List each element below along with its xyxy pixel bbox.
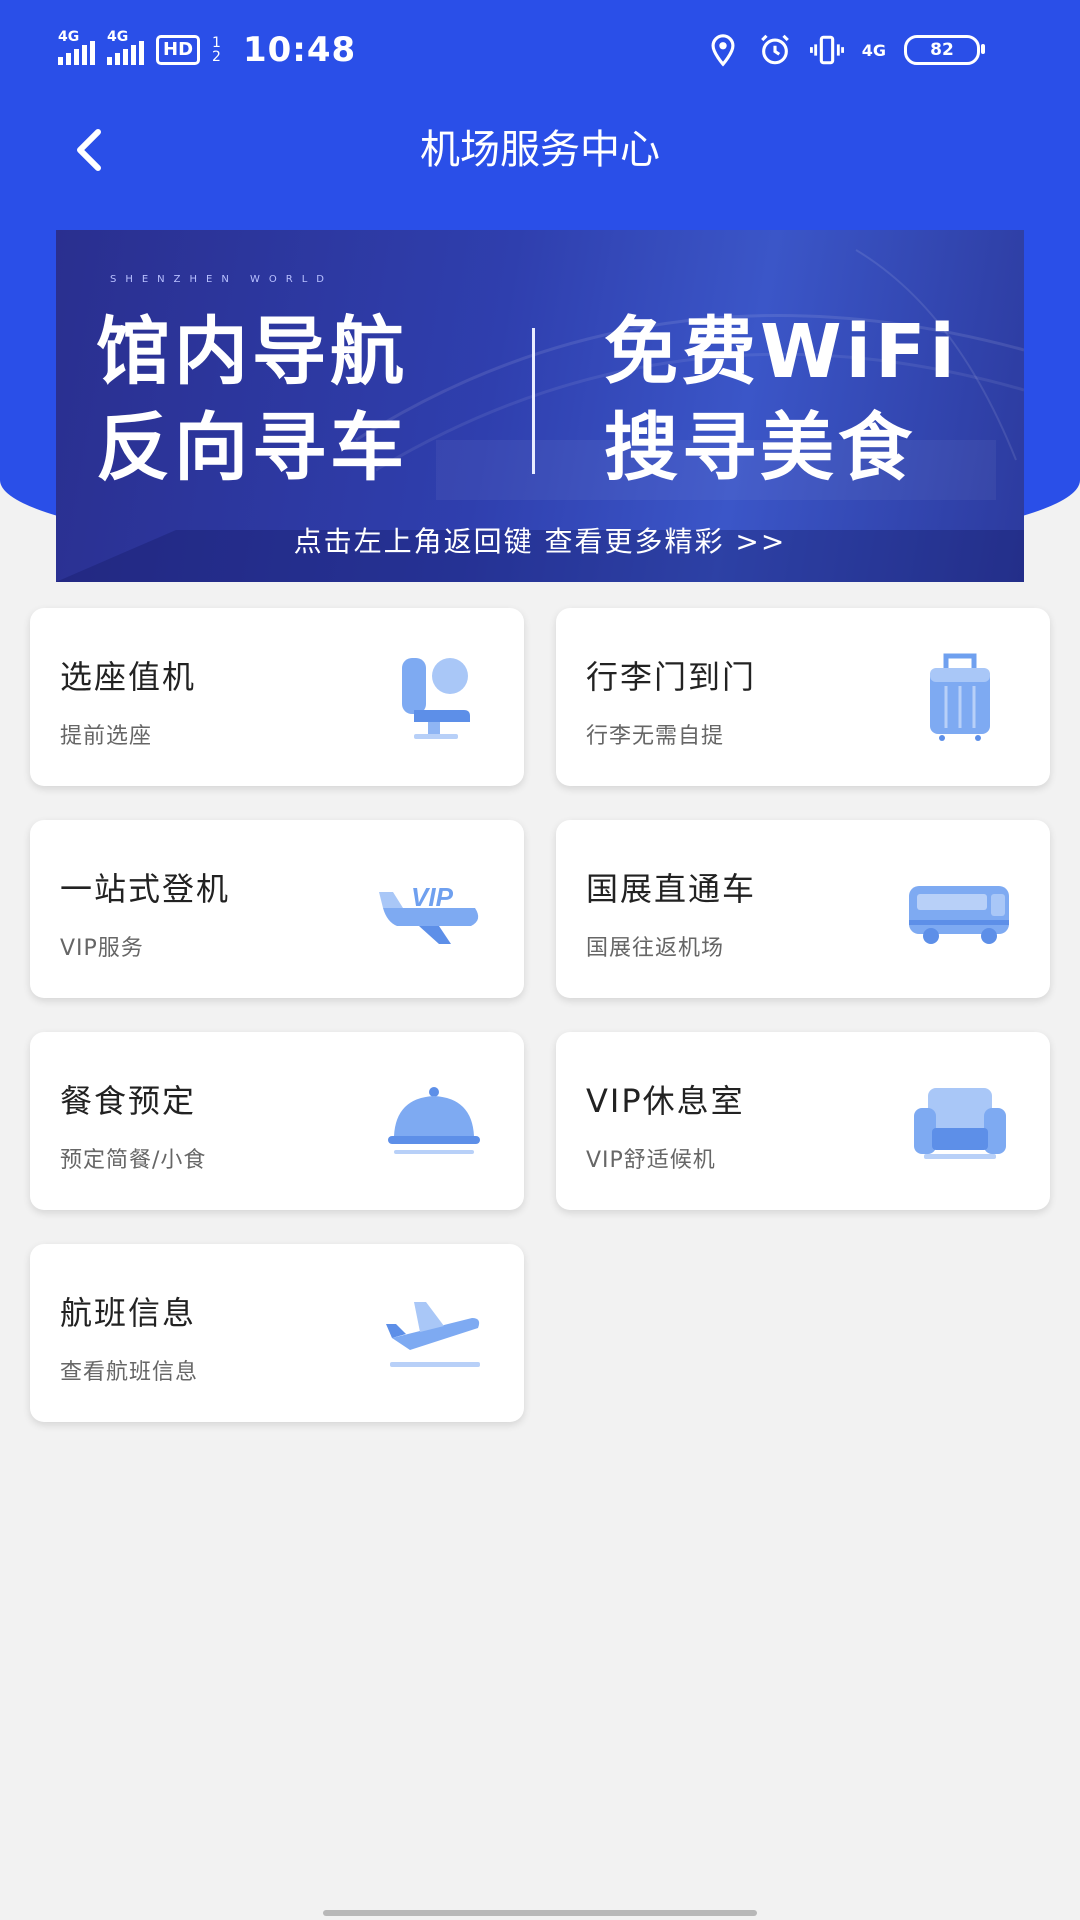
hd-fraction-bottom: 2 bbox=[212, 49, 221, 65]
card-subtitle: VIP舒适候机 bbox=[586, 1148, 716, 1173]
sofa-icon bbox=[914, 1088, 1006, 1159]
banner-left-line2: 反向寻车 bbox=[96, 405, 408, 491]
card-subtitle: 查看航班信息 bbox=[60, 1360, 199, 1385]
banner-tag: SHENZHEN WORLD bbox=[110, 274, 333, 285]
status-bar: 4G 4G HD 1 2 10:48 4G 82 bbox=[0, 0, 1080, 100]
service-card-flight-info[interactable]: 航班信息 查看航班信息 bbox=[30, 1244, 524, 1422]
service-card-luggage[interactable]: 行李门到门 行李无需自提 bbox=[556, 608, 1050, 786]
location-icon bbox=[711, 34, 735, 67]
luggage-icon bbox=[930, 653, 990, 741]
card-title: 一站式登机 bbox=[60, 870, 231, 908]
service-card-shuttle-bus[interactable]: 国展直通车 国展往返机场 bbox=[556, 820, 1050, 998]
banner-right-line2: 搜寻美食 bbox=[604, 405, 916, 491]
card-subtitle: 预定简餐/小食 bbox=[60, 1148, 207, 1173]
network-type: 4G bbox=[861, 40, 886, 60]
card-subtitle: 国展往返机场 bbox=[586, 936, 725, 961]
home-indicator[interactable] bbox=[323, 1910, 757, 1916]
departure-plane-icon bbox=[386, 1302, 480, 1367]
signal-icon: 4G bbox=[107, 29, 144, 65]
clock: 10:48 bbox=[242, 30, 357, 70]
hd-fraction-top: 1 bbox=[212, 35, 221, 51]
seat-icon bbox=[402, 658, 470, 739]
signal-icon: 4G bbox=[58, 29, 95, 65]
card-title: 选座值机 bbox=[60, 658, 197, 696]
card-title: 行李门到门 bbox=[586, 658, 757, 696]
card-title: 航班信息 bbox=[60, 1294, 197, 1332]
service-card-vip-boarding[interactable]: 一站式登机 VIP服务 VIP bbox=[30, 820, 524, 998]
banner-left-line1: 馆内导航 bbox=[96, 309, 408, 395]
battery-level: 82 bbox=[930, 40, 954, 60]
banner-subtitle: 点击左上角返回键 查看更多精彩 >> bbox=[293, 525, 787, 558]
service-card-seat-checkin[interactable]: 选座值机 提前选座 bbox=[30, 608, 524, 786]
vibrate-icon bbox=[809, 35, 844, 65]
vip-plane-icon: VIP bbox=[379, 882, 479, 944]
sim1-label: 4G bbox=[58, 29, 80, 45]
card-subtitle: 行李无需自提 bbox=[586, 724, 725, 749]
card-title: VIP休息室 bbox=[586, 1082, 745, 1120]
food-cloche-icon bbox=[388, 1087, 480, 1154]
page-title: 机场服务中心 bbox=[420, 127, 660, 173]
banner-divider bbox=[532, 328, 535, 474]
card-title: 国展直通车 bbox=[586, 870, 757, 908]
banner-right-line1: 免费WiFi bbox=[604, 309, 959, 395]
nav-bar: 机场服务中心 bbox=[0, 110, 1080, 190]
service-card-vip-lounge[interactable]: VIP休息室 VIP舒适候机 bbox=[556, 1032, 1050, 1210]
battery-icon: 82 bbox=[904, 35, 985, 65]
promo-banner[interactable]: SHENZHEN WORLD 馆内导航 反向寻车 免费WiFi 搜寻美食 点击左… bbox=[56, 230, 1024, 582]
bus-icon bbox=[909, 886, 1009, 944]
status-right: 4G 82 bbox=[706, 30, 985, 70]
service-card-meal-order[interactable]: 餐食预定 预定简餐/小食 bbox=[30, 1032, 524, 1210]
alarm-icon bbox=[760, 34, 789, 65]
svg-text:VIP: VIP bbox=[411, 882, 454, 912]
sim2-label: 4G bbox=[107, 29, 129, 45]
hd-badge: HD bbox=[156, 35, 201, 65]
card-subtitle: VIP服务 bbox=[60, 936, 144, 961]
hd-fraction: 1 2 bbox=[212, 36, 221, 64]
card-title: 餐食预定 bbox=[60, 1082, 197, 1120]
card-subtitle: 提前选座 bbox=[60, 724, 153, 749]
status-left: 4G 4G HD 1 2 10:48 bbox=[58, 28, 356, 72]
